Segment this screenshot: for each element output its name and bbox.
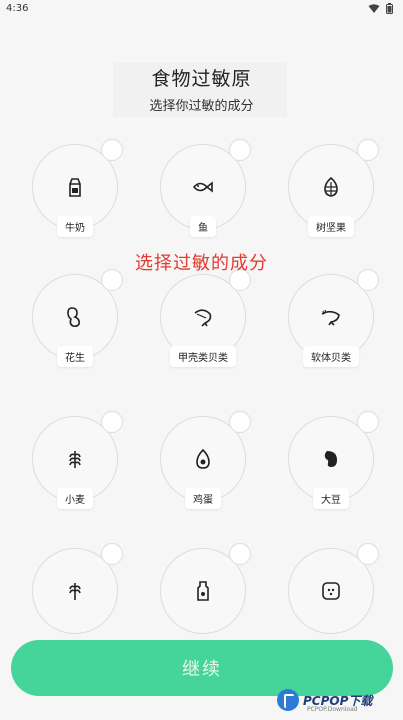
milk-carton-icon [63, 175, 87, 199]
allergen-item-crustacean[interactable]: 甲壳类贝类 [160, 269, 251, 367]
peanut-icon [63, 305, 87, 329]
allergen-label: 牛奶 [57, 216, 93, 237]
checkbox[interactable] [101, 411, 123, 433]
watermark: PCPOP下载 PCPOP.Download [277, 684, 397, 716]
allergen-label: 小麦 [57, 488, 93, 509]
allergen-item-mollusk[interactable]: 软体贝类 [288, 269, 379, 367]
allergen-item-soybean[interactable]: 大豆 [288, 411, 379, 509]
allergen-label: 鸡蛋 [185, 488, 221, 509]
allergen-label: 大豆 [313, 488, 349, 509]
allergen-label: 甲壳类贝类 [170, 346, 236, 367]
wheat-icon [63, 447, 87, 471]
checkbox[interactable] [229, 543, 251, 565]
soybean-icon [319, 447, 343, 471]
status-time: 4:36 [6, 3, 29, 14]
checkbox[interactable] [101, 139, 123, 161]
allergen-item-fish[interactable]: 鱼 [160, 139, 251, 237]
page-title: 食物过敏原 [151, 68, 252, 90]
grain-icon [63, 579, 87, 603]
checkbox[interactable] [229, 411, 251, 433]
tree-nut-icon [319, 175, 343, 199]
allergen-item-peanut[interactable]: 花生 [32, 269, 123, 367]
checkbox[interactable] [357, 543, 379, 565]
checkbox[interactable] [101, 543, 123, 565]
battery-icon [386, 3, 393, 14]
status-icons [368, 3, 393, 14]
page-subtitle: 选择你过敏的成分 [149, 99, 254, 114]
mollusk-icon [319, 305, 343, 329]
allergen-item-milk[interactable]: 牛奶 [32, 139, 123, 237]
fish-icon [191, 175, 215, 199]
allergen-item-wheat[interactable]: 小麦 [32, 411, 123, 509]
allergen-item-grain[interactable] [32, 543, 123, 634]
wifi-icon [368, 3, 380, 14]
bottle-icon [191, 579, 215, 603]
allergen-label: 鱼 [190, 216, 216, 237]
sesame-icon [319, 579, 343, 603]
allergen-item-bottle[interactable] [160, 543, 251, 634]
allergen-label: 软体贝类 [303, 346, 359, 367]
allergen-item-egg[interactable]: 鸡蛋 [160, 411, 251, 509]
egg-icon [191, 447, 215, 471]
allergen-label: 花生 [57, 346, 93, 367]
checkbox[interactable] [357, 411, 379, 433]
status-bar: 4:36 [0, 0, 403, 18]
checkbox[interactable] [357, 139, 379, 161]
allergen-label: 树坚果 [308, 216, 354, 237]
overlay-annotation: 选择过敏的成分 [135, 253, 268, 274]
watermark-sub: PCPOP.Download [307, 706, 358, 713]
allergen-item-sesame[interactable] [288, 543, 379, 634]
allergen-item-tree-nut[interactable]: 树坚果 [288, 139, 379, 237]
shrimp-icon [191, 305, 215, 329]
checkbox[interactable] [229, 139, 251, 161]
pcpop-logo-icon [277, 689, 299, 711]
